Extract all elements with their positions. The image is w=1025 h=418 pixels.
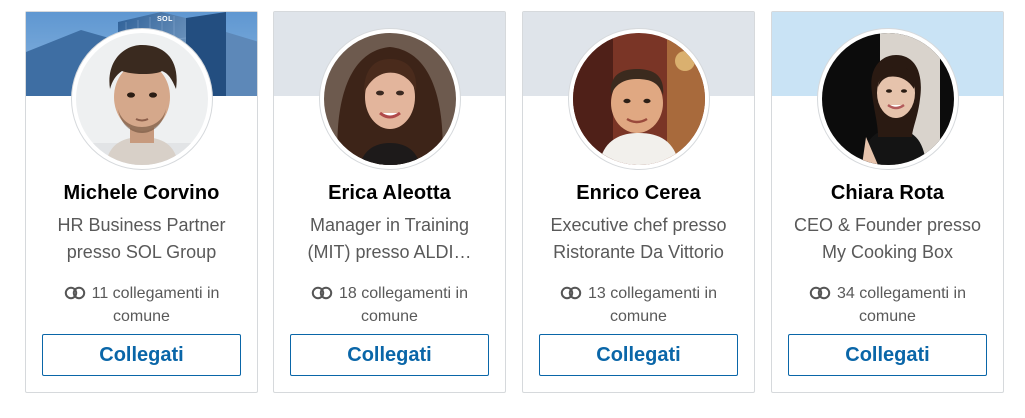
shared-connections-suffix: comune xyxy=(610,308,667,325)
shared-connections-suffix: comune xyxy=(113,308,170,325)
shared-connections-count: 18 collegamenti in xyxy=(339,285,468,302)
avatar[interactable] xyxy=(323,33,456,165)
shared-connections-suffix: comune xyxy=(361,308,418,325)
headline-line: My Cooking Box xyxy=(821,242,954,262)
connect-button[interactable]: Collegati xyxy=(290,334,489,376)
shared-connections-suffix: comune xyxy=(859,308,916,325)
connect-button[interactable]: Collegati xyxy=(539,334,738,376)
profile-name[interactable]: Chiara Rota xyxy=(772,182,1003,205)
banner-logo-text: SOL xyxy=(157,16,173,23)
shared-connections[interactable]: 11 collegamenti in comune xyxy=(26,282,257,328)
headline-line: Executive chef presso xyxy=(550,215,727,235)
profile-headline: Executive chef presso Ristorante Da Vitt… xyxy=(531,212,746,266)
headline-line: presso SOL Group xyxy=(66,242,217,262)
shared-connections-count: 34 collegamenti in xyxy=(837,285,966,302)
shared-connections[interactable]: 13 collegamenti in comune xyxy=(523,282,754,328)
profile-headline: CEO & Founder presso My Cooking Box xyxy=(780,212,995,266)
headline-line: (MIT) presso ALDI… xyxy=(307,242,472,262)
profile-card: SOL Michele Corvino HR Business Partner … xyxy=(25,11,258,393)
headline-line: CEO & Founder presso xyxy=(793,215,982,235)
headline-line: Manager in Training xyxy=(309,215,470,235)
profile-headline: Manager in Training (MIT) presso ALDI… xyxy=(282,212,497,266)
shared-connections-count: 13 collegamenti in xyxy=(588,285,717,302)
avatar[interactable] xyxy=(572,33,705,165)
profile-name[interactable]: Erica Aleotta xyxy=(274,182,505,205)
headline-line: HR Business Partner xyxy=(57,215,226,235)
profile-card: Chiara Rota CEO & Founder presso My Cook… xyxy=(771,11,1004,393)
profile-card: Erica Aleotta Manager in Training (MIT) … xyxy=(273,11,506,393)
avatar[interactable] xyxy=(75,33,208,165)
headline-line: Ristorante Da Vittorio xyxy=(553,242,724,262)
avatar[interactable] xyxy=(821,33,954,165)
profile-name[interactable]: Enrico Cerea xyxy=(523,182,754,205)
profile-name[interactable]: Michele Corvino xyxy=(26,182,257,205)
shared-connections-icon xyxy=(311,286,333,300)
profile-card: Enrico Cerea Executive chef presso Risto… xyxy=(522,11,755,393)
shared-connections[interactable]: 18 collegamenti in comune xyxy=(274,282,505,328)
connect-button[interactable]: Collegati xyxy=(788,334,987,376)
shared-connections-icon xyxy=(560,286,582,300)
shared-connections-count: 11 collegamenti in xyxy=(91,285,220,302)
profile-headline: HR Business Partner presso SOL Group xyxy=(34,212,249,266)
shared-connections[interactable]: 34 collegamenti in comune xyxy=(772,282,1003,328)
shared-connections-icon xyxy=(809,286,831,300)
connect-button[interactable]: Collegati xyxy=(42,334,241,376)
shared-connections-icon xyxy=(64,286,85,300)
suggestions-carousel: SOL Michele Corvino HR Business Partner … xyxy=(0,0,1025,418)
